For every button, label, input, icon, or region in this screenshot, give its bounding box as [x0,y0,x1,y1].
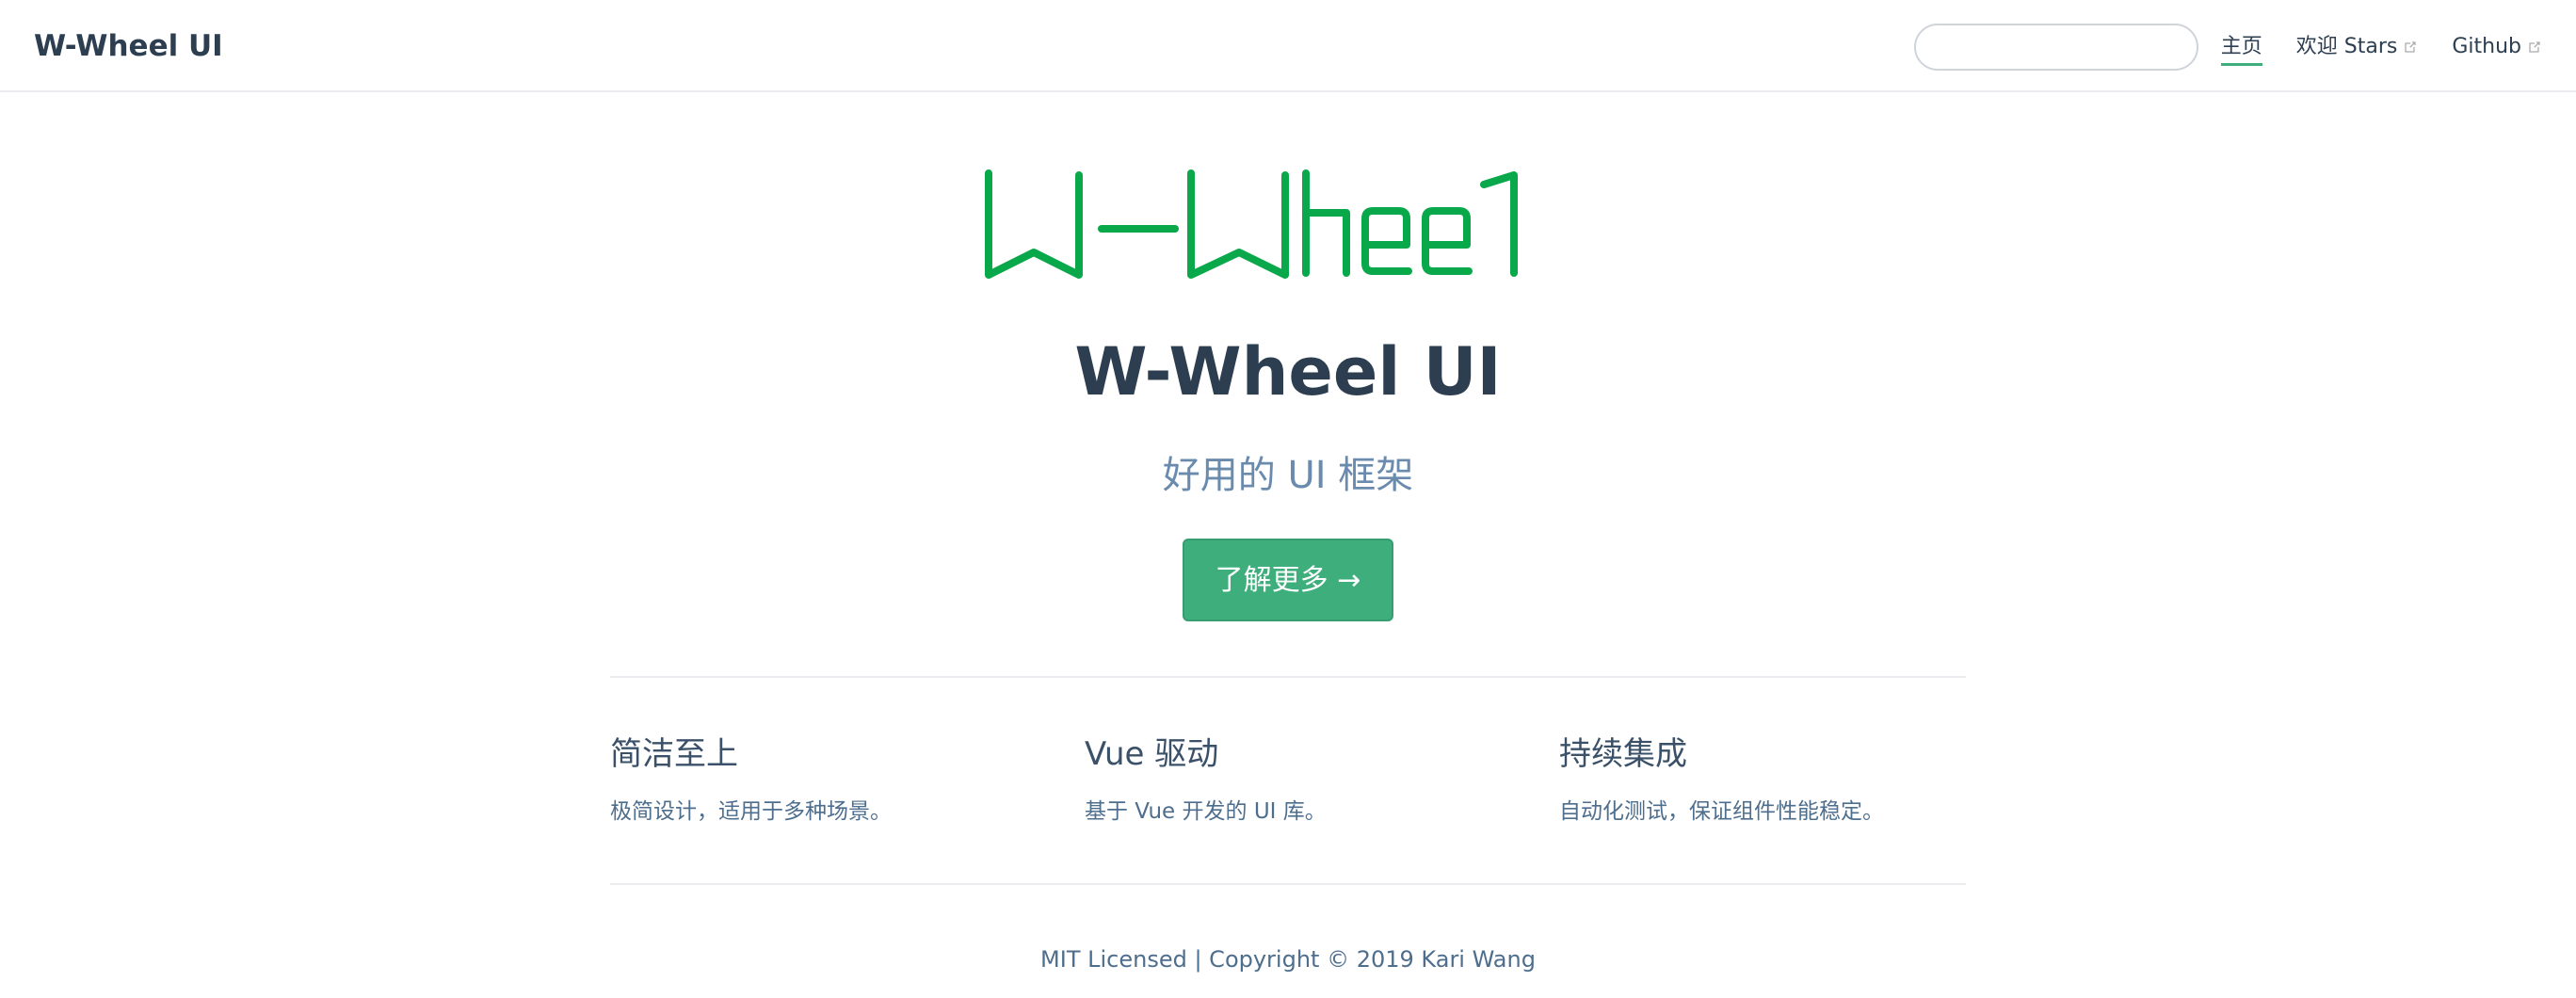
learn-more-button[interactable]: 了解更多 → [1183,539,1393,621]
nav-item-stars-label: 欢迎 Stars [2295,35,2398,58]
nav-item-home[interactable]: 主页 [2220,33,2262,66]
nav-right: 主页 欢迎 Stars Github [1913,24,2542,71]
feature-title: 持续集成 [1559,735,1687,773]
nav-item-home-label: 主页 [2220,35,2262,58]
features-top-divider [610,676,1966,678]
search-input[interactable] [1913,24,2198,71]
feature-item: Vue 驱动 基于 Vue 开发的 UI 库。 [1085,731,1518,829]
external-link-icon [2529,41,2540,53]
footer-divider [610,883,1966,885]
feature-item: 持续集成 自动化测试，保证组件性能稳定。 [1559,731,1992,829]
footer: MIT Licensed | Copyright © 2019 Kari Wan… [0,942,2576,976]
nav-item-github-label: Github [2452,35,2521,58]
nav-item-stars[interactable]: 欢迎 Stars [2296,33,2419,61]
feature-item: 简洁至上 极简设计，适用于多种场景。 [610,731,1043,829]
navbar: W-Wheel UI 主页 欢迎 Stars Github [0,0,2576,92]
feature-details: 极简设计，适用于多种场景。 [610,799,892,824]
feature-title: Vue 驱动 [1085,735,1219,773]
site-name-link[interactable]: W-Wheel UI [34,29,223,63]
hero-description: 好用的 UI 框架 [1162,454,1414,497]
feature-title: 简洁至上 [610,735,738,773]
feature-details: 基于 Vue 开发的 UI 库。 [1085,799,1327,824]
feature-details: 自动化测试，保证组件性能稳定。 [1559,799,1884,824]
external-link-icon [2405,41,2416,53]
w-wheel-logo [985,169,1518,279]
hero-title: W-Wheel UI [1074,333,1502,410]
footer-text: MIT Licensed | Copyright © 2019 Kari Wan… [1040,946,1536,973]
nav-item-github[interactable]: Github [2452,33,2542,61]
